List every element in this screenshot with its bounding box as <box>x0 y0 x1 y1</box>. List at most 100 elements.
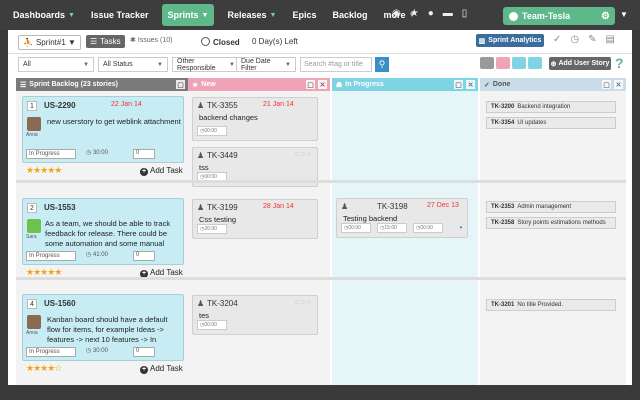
story-id[interactable]: US-1553 <box>44 203 76 212</box>
time-estimate: ◷ 00:00 <box>341 223 371 233</box>
responsible-filter[interactable]: Other Responsible ▼ <box>172 57 240 72</box>
list-view-icon[interactable] <box>480 57 494 69</box>
done-task[interactable]: TK-3354 UI updates <box>486 117 616 129</box>
task-id[interactable]: TK-3199 <box>207 203 238 212</box>
task-id[interactable]: TK-3355 <box>207 101 238 110</box>
status-select[interactable]: In Progress <box>26 149 76 159</box>
close-icon[interactable]: ✕ <box>466 80 475 89</box>
tag-view-icon[interactable] <box>528 57 542 69</box>
clock-icon[interactable]: ◷ <box>570 34 579 45</box>
sprint-selector[interactable]: ⛹ Sprint#1 ▼ <box>18 35 81 50</box>
done-task[interactable]: TK-3200 Backend integration <box>486 101 616 113</box>
task-text: tes <box>199 311 210 320</box>
list-icon: ☰ <box>90 37 98 46</box>
chevron-down-icon: ▼ <box>157 61 163 68</box>
collapse-icon[interactable]: ▢ <box>306 80 315 89</box>
close-icon[interactable]: ✕ <box>318 80 327 89</box>
button-label: Sprint Analytics <box>488 37 542 44</box>
story-card[interactable]: 1 US-2290 22 Jan 14 Anna new userstory t… <box>22 96 184 163</box>
chevron-down-icon[interactable]: ▼ <box>620 10 628 19</box>
collapse-icon[interactable]: ▢ <box>454 80 463 89</box>
nav-issue-tracker[interactable]: Issue Tracker <box>88 4 152 26</box>
nav-sprints[interactable]: Sprints ▼ <box>161 4 215 26</box>
printer-icon[interactable]: ▤ <box>606 34 615 45</box>
task-id: TK-3200 <box>491 104 515 110</box>
status-label: Closed <box>213 38 240 47</box>
close-icon[interactable]: ✕ <box>614 80 623 89</box>
story-id[interactable]: US-2290 <box>44 101 76 110</box>
task-card[interactable]: ♟ TK-3199 28 Jan 14 Css testing ◷ 26:00 <box>192 199 318 239</box>
nav-icon-group: ◉ ★ ● ▬ ▯ <box>392 8 467 19</box>
task-text: backend changes <box>199 113 258 122</box>
chat-icon[interactable]: ● <box>428 8 434 19</box>
done-task[interactable]: TK-2353 Admin management <box>486 201 616 213</box>
tab-tasks[interactable]: ☰ Tasks <box>86 35 125 48</box>
button-label: Add Task <box>150 268 183 277</box>
device-icon[interactable]: ▯ <box>462 8 468 19</box>
task-card[interactable]: ♟ TK-3355 21 Jan 14 backend changes ◷ 00… <box>192 97 318 141</box>
help-icon[interactable]: ? <box>615 55 624 71</box>
story-text: As a team, we should be able to track fe… <box>45 219 171 248</box>
add-task-button[interactable]: + Add Task <box>140 166 183 176</box>
task-action-icons[interactable]: ◌◌◌ <box>295 299 313 306</box>
run-icon: ⛹ <box>23 38 33 47</box>
story-id[interactable]: US-1560 <box>44 299 76 308</box>
done-task[interactable]: TK-2358 Story points estimations methods <box>486 217 616 229</box>
select-label: Other Responsible <box>177 57 216 72</box>
collapse-icon[interactable]: ▢ <box>176 80 185 89</box>
button-label: Add Task <box>150 364 183 373</box>
task-id: TK-3354 <box>491 120 515 126</box>
points-select[interactable]: 0 <box>133 347 155 357</box>
task-text: Admin management <box>517 204 572 210</box>
team-switcher[interactable]: Team-Tesla ⚙ <box>503 7 615 25</box>
star-view-icon[interactable] <box>496 57 510 69</box>
search-input[interactable]: Search #tag or title <box>300 57 372 72</box>
task-id[interactable]: TK-3204 <box>207 299 238 308</box>
pencil-icon[interactable]: ✎ <box>588 34 596 45</box>
nav-releases[interactable]: Releases ▼ <box>224 4 279 26</box>
person-icon: ♟ <box>197 299 205 308</box>
column-backlog: ☰ Sprint Backlog (23 stories) ▢ 1 US-229… <box>16 78 188 385</box>
star-list-icon[interactable]: ★ <box>410 8 419 19</box>
story-rating[interactable]: ★★★★☆ <box>26 363 62 374</box>
add-user-story-button[interactable]: ⊕ Add User Story <box>549 57 611 70</box>
search-icon[interactable]: ⚲ <box>375 57 389 72</box>
nav-dashboards[interactable]: Dashboards ▼ <box>10 4 78 26</box>
status-select[interactable]: In Progress <box>26 347 76 357</box>
kanban-board: ☰ Sprint Backlog (23 stories) ▢ 1 US-229… <box>8 78 632 385</box>
button-label: Add Task <box>150 166 183 175</box>
check-icon[interactable]: ✓ <box>553 34 561 45</box>
eye-icon[interactable]: ◉ <box>392 8 401 19</box>
due-date-filter[interactable]: Due Date Filter ▼ <box>236 57 296 72</box>
gear-icon[interactable]: ⚙ <box>601 11 610 22</box>
story-card[interactable]: 4 US-1560 Anna Kanban board should have … <box>22 294 184 361</box>
task-id[interactable]: TK-3198 <box>377 202 408 211</box>
task-action-icons[interactable]: ◌◌◌ <box>295 151 313 158</box>
assignee-name: Sara <box>26 234 37 240</box>
points-select[interactable]: 0 <box>133 251 155 261</box>
done-task[interactable]: TK-3201 No title Provided. <box>486 299 616 311</box>
add-task-button[interactable]: + Add Task <box>140 364 183 374</box>
task-card[interactable]: ♟ TK-3198 27 Dec 13 Testing backend ◷ 00… <box>336 198 468 238</box>
task-card[interactable]: ♟ TK-3204 tes ◷ 00:00 ◌◌◌ <box>192 295 318 335</box>
filter-toolbar: All ▼ All Status ▼ Other Responsible ▼ Due … <box>8 54 632 78</box>
status-filter[interactable]: All Status ▼ <box>98 57 168 72</box>
timer-icon[interactable]: ◔ <box>457 223 463 234</box>
nav-backlog[interactable]: Backlog <box>329 4 370 26</box>
task-id[interactable]: TK-3449 <box>207 151 238 160</box>
sprint-analytics-button[interactable]: ▥ Sprint Analytics <box>476 34 544 47</box>
status-select[interactable]: In Progress <box>26 251 76 261</box>
points-select[interactable]: 0 <box>133 149 155 159</box>
folder-icon[interactable]: ▬ <box>443 8 453 19</box>
people-view-icon[interactable] <box>512 57 526 69</box>
tab-issues[interactable]: ✱ Issues (10) <box>130 36 172 44</box>
story-card[interactable]: 2 US-1553 Sara As a team, we should be a… <box>22 198 184 265</box>
all-filter[interactable]: All ▼ <box>18 57 94 72</box>
bottom-bar <box>0 385 640 400</box>
collapse-icon[interactable]: ▢ <box>602 80 611 89</box>
story-rating[interactable]: ★★★★★ <box>26 165 62 176</box>
nav-label: Dashboards <box>13 10 66 20</box>
assignee-name: Anna <box>26 132 38 138</box>
nav-epics[interactable]: Epics <box>289 4 319 26</box>
column-new: ★ New ▢ ✕ ♟ TK-3355 21 Jan 14 backend ch… <box>188 78 330 385</box>
